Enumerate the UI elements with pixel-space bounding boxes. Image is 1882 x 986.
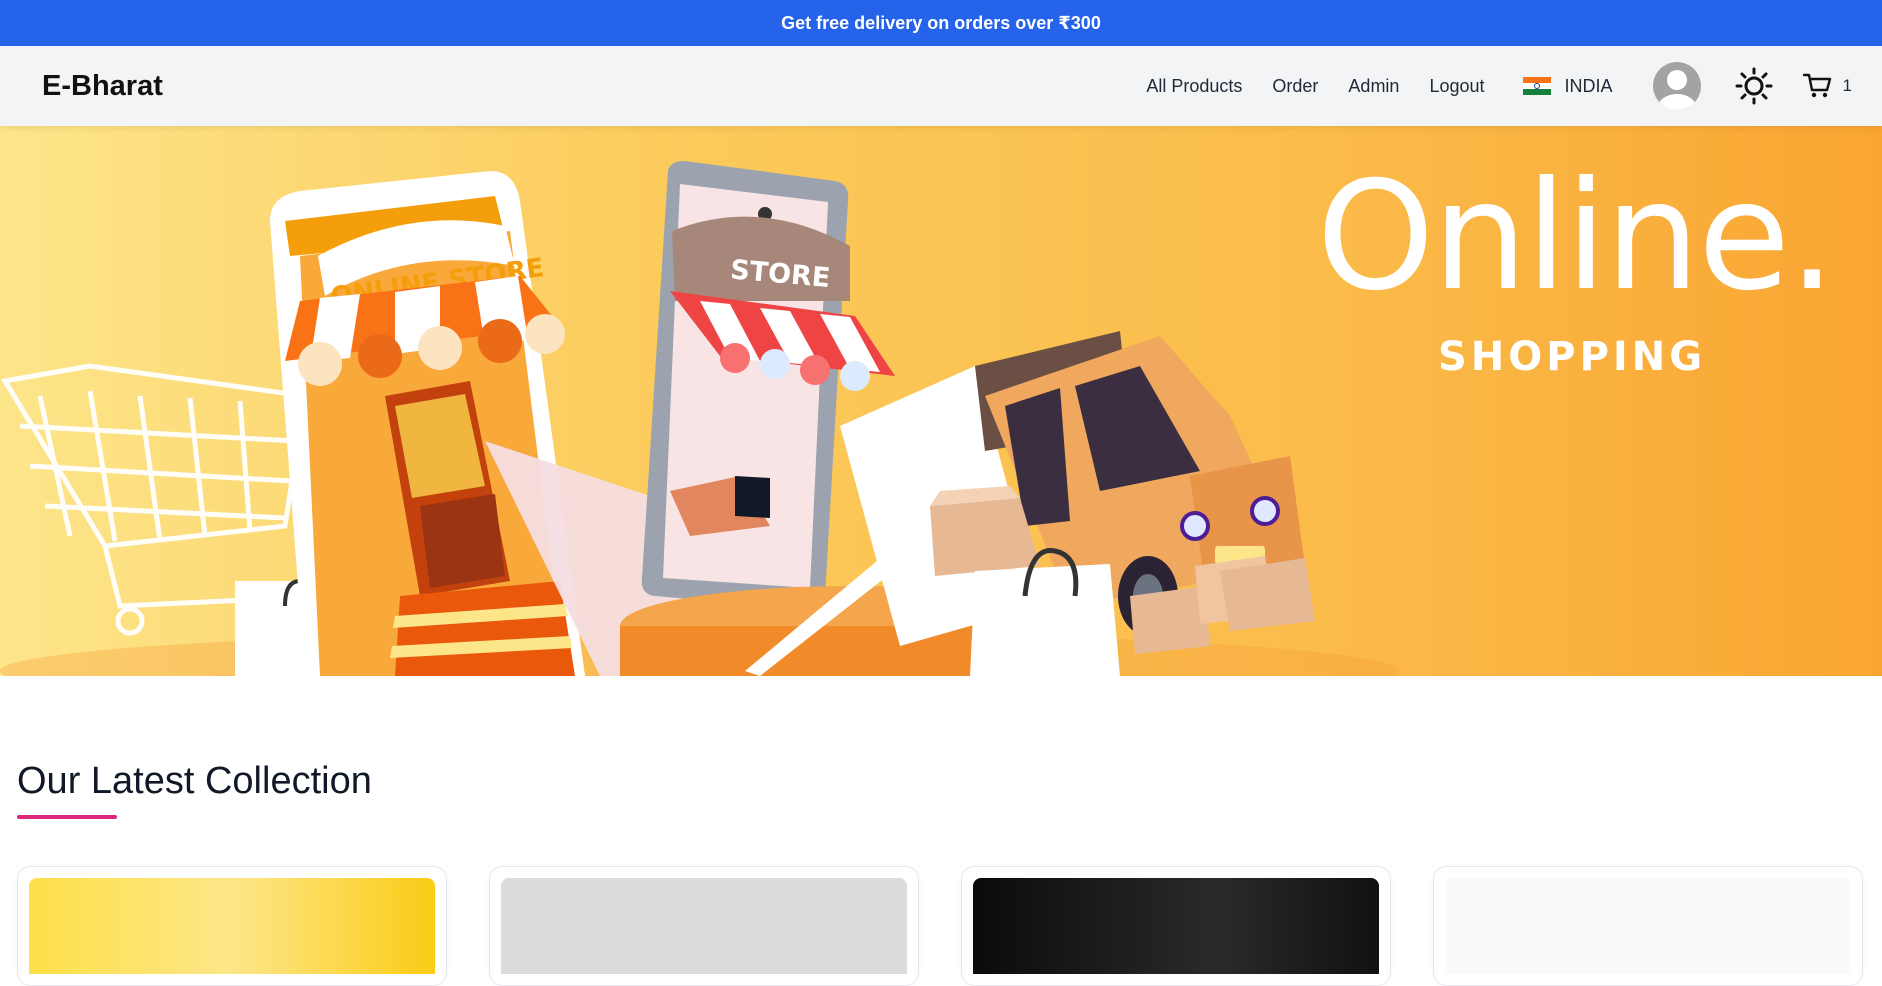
cart-icon — [1802, 73, 1831, 98]
avatar-icon[interactable] — [1652, 62, 1701, 110]
product-image — [1445, 878, 1851, 974]
hero-subtitle: SHOPPING — [1438, 334, 1707, 380]
navbar: E-Bharat All Products Order Admin Logout… — [0, 46, 1882, 126]
nav-link-all-products[interactable]: All Products — [1146, 76, 1242, 97]
country-label: INDIA — [1564, 75, 1613, 96]
india-flag-icon — [1522, 77, 1551, 95]
nav-link-admin[interactable]: Admin — [1348, 76, 1399, 97]
collection-grid — [17, 866, 1863, 986]
product-image — [501, 878, 907, 974]
brand-logo[interactable]: E-Bharat — [42, 70, 163, 103]
nav-menu: All Products Order Admin Logout INDIA 1 — [1116, 62, 1852, 110]
section-title: Our Latest Collection — [17, 760, 372, 802]
product-card[interactable] — [17, 866, 447, 986]
title-underline — [17, 815, 117, 819]
promo-banner: Get free delivery on orders over ₹300 — [0, 0, 1882, 46]
product-card[interactable] — [1433, 866, 1863, 986]
product-card[interactable] — [961, 866, 1391, 986]
country-selector[interactable]: INDIA — [1522, 75, 1613, 97]
cart-count: 1 — [1842, 76, 1852, 95]
nav-link-logout[interactable]: Logout — [1429, 76, 1484, 97]
nav-link-order[interactable]: Order — [1272, 76, 1318, 97]
sun-icon[interactable] — [1735, 67, 1773, 105]
product-image — [973, 878, 1379, 974]
cart-button[interactable]: 1 — [1802, 72, 1852, 100]
product-image — [29, 878, 435, 974]
hero-title: Online. — [1316, 150, 1836, 324]
hero-banner[interactable]: ONLINE STORE STORE Online. SHOPPING — [0, 126, 1882, 676]
promo-text: Get free delivery on orders over ₹300 — [781, 12, 1101, 33]
product-card[interactable] — [489, 866, 919, 986]
latest-collection-section: Our Latest Collection — [0, 676, 1882, 819]
